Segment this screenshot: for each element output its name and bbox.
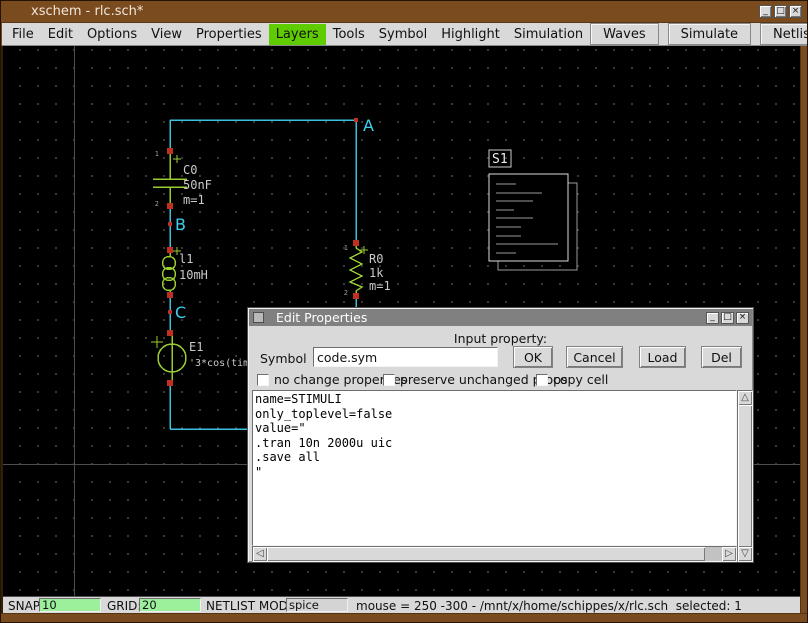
xschem-window: xschem - rlc.sch* _ □ × File Edit Option… bbox=[0, 0, 808, 623]
capacitor-value: 50nF bbox=[183, 178, 212, 192]
no-change-properties-checkbox[interactable] bbox=[257, 374, 269, 386]
net-label-b[interactable]: B bbox=[175, 215, 186, 234]
minimize-icon[interactable]: _ bbox=[759, 5, 772, 18]
input-property-label: Input property: bbox=[248, 331, 753, 346]
maximize-icon[interactable]: □ bbox=[774, 5, 787, 18]
scroll-left-icon[interactable]: ◁ bbox=[253, 547, 267, 561]
symbol-input[interactable] bbox=[313, 347, 498, 367]
net-label-c[interactable]: C bbox=[175, 303, 186, 322]
horizontal-scrollbar-thumb[interactable] bbox=[267, 547, 705, 561]
statusbar: SNAP: GRID: NETLIST MODE: mouse = 250 -3… bbox=[3, 596, 802, 613]
code-symbol-ref: S1 bbox=[492, 152, 508, 167]
capacitor-ref: C0 bbox=[183, 163, 197, 177]
capacitor-c0[interactable]: 1 2 C0 50nF m=1 bbox=[153, 150, 212, 208]
window-controls: _ □ × bbox=[759, 5, 802, 18]
resistor-r0[interactable]: 1 2 R0 1k m=1 bbox=[344, 243, 391, 297]
dialog-controls: _ □ × bbox=[706, 312, 749, 324]
window-frame-bottom bbox=[1, 613, 807, 623]
capacitor-pin2: 2 bbox=[155, 200, 159, 208]
mouse-status-text: mouse = 250 -300 - /mnt/x/home/schippes/… bbox=[356, 599, 742, 613]
ok-button[interactable]: OK bbox=[513, 346, 553, 368]
inductor-l1[interactable]: l1 10mH bbox=[163, 247, 208, 295]
inductor-value: 10mH bbox=[179, 268, 208, 282]
resistor-ref: R0 bbox=[369, 252, 383, 266]
menu-symbol[interactable]: Symbol bbox=[372, 24, 434, 45]
snap-input[interactable] bbox=[39, 598, 101, 612]
vertical-scrollbar[interactable]: △ ▽ bbox=[737, 390, 753, 562]
copy-cell-checkbox[interactable] bbox=[536, 374, 548, 386]
menu-layers[interactable]: Layers bbox=[269, 24, 326, 45]
netlist-button[interactable]: Netlist bbox=[760, 23, 808, 45]
scroll-up-icon[interactable]: △ bbox=[738, 391, 752, 405]
menu-options[interactable]: Options bbox=[80, 24, 144, 45]
window-titlebar[interactable]: xschem - rlc.sch* _ □ × bbox=[1, 1, 807, 23]
window-frame-right bbox=[800, 46, 807, 613]
capacitor-mult: m=1 bbox=[183, 193, 205, 207]
symbol-label: Symbol bbox=[260, 351, 307, 366]
waves-button[interactable]: Waves bbox=[590, 23, 658, 45]
dialog-window-menu-icon[interactable] bbox=[253, 312, 264, 323]
capacitor-pin1: 1 bbox=[155, 150, 159, 158]
menu-highlight[interactable]: Highlight bbox=[434, 24, 507, 45]
menubar-right: Waves Simulate Netlist Help bbox=[590, 23, 808, 45]
menu-file[interactable]: File bbox=[5, 24, 41, 45]
edit-properties-dialog: Edit Properties _ □ × Input property: Sy… bbox=[247, 307, 754, 563]
cancel-button[interactable]: Cancel bbox=[566, 346, 623, 368]
window-title: xschem - rlc.sch* bbox=[31, 4, 143, 19]
dialog-titlebar[interactable]: Edit Properties _ □ × bbox=[249, 309, 752, 326]
property-textarea[interactable]: name=STIMULI only_toplevel=false value="… bbox=[252, 390, 737, 546]
netlist-mode-input[interactable] bbox=[286, 598, 348, 612]
del-button[interactable]: Del bbox=[701, 346, 742, 368]
menu-properties[interactable]: Properties bbox=[189, 24, 269, 45]
copy-cell-label: copy cell bbox=[553, 372, 608, 387]
resistor-pin1: 1 bbox=[344, 244, 348, 252]
horizontal-scrollbar[interactable]: ◁ ▷ bbox=[252, 546, 737, 562]
code-symbol-s1[interactable]: S1 bbox=[489, 150, 577, 270]
inductor-ref: l1 bbox=[179, 252, 193, 266]
window-frame-left bbox=[1, 46, 3, 613]
vertical-scrollbar-thumb[interactable] bbox=[738, 405, 752, 547]
resistor-pin2: 2 bbox=[344, 289, 348, 297]
preserve-unchanged-props-checkbox[interactable] bbox=[383, 374, 395, 386]
resistor-value: 1k bbox=[369, 266, 384, 280]
menu-view[interactable]: View bbox=[144, 24, 189, 45]
dialog-close-icon[interactable]: × bbox=[736, 312, 749, 324]
grid-input[interactable] bbox=[139, 598, 201, 612]
scroll-right-icon[interactable]: ▷ bbox=[722, 547, 736, 561]
close-icon[interactable]: × bbox=[789, 5, 802, 18]
simulate-button[interactable]: Simulate bbox=[668, 23, 751, 45]
menu-tools[interactable]: Tools bbox=[326, 24, 372, 45]
net-label-a[interactable]: A bbox=[363, 116, 374, 135]
dialog-minimize-icon[interactable]: _ bbox=[706, 312, 719, 324]
grid-label: GRID: bbox=[107, 599, 141, 613]
source-ref: E1 bbox=[189, 340, 203, 354]
scroll-down-icon[interactable]: ▽ bbox=[738, 547, 752, 561]
dialog-maximize-icon[interactable]: □ bbox=[721, 312, 734, 324]
menubar: File Edit Options View Properties Layers… bbox=[2, 23, 808, 46]
load-button[interactable]: Load bbox=[639, 346, 686, 368]
menu-simulation[interactable]: Simulation bbox=[507, 24, 590, 45]
dialog-title: Edit Properties bbox=[276, 310, 367, 325]
menu-edit[interactable]: Edit bbox=[41, 24, 80, 45]
resistor-mult: m=1 bbox=[369, 279, 391, 293]
